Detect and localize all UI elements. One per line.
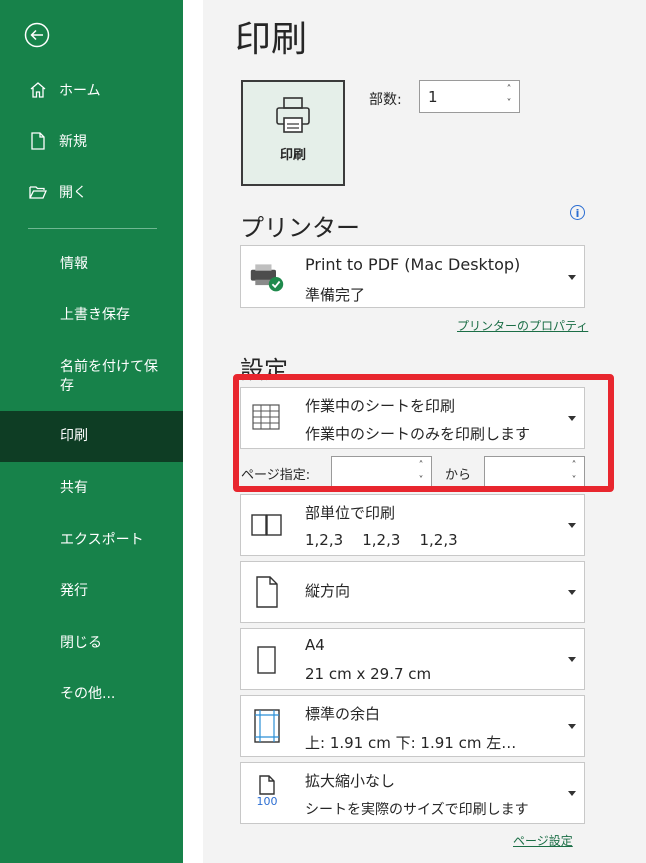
print-what-dropdown[interactable]: 作業中のシートを印刷 作業中のシートのみを印刷します (240, 387, 585, 449)
sidebar-divider (28, 228, 157, 229)
pages-to-label: から (445, 468, 472, 483)
collate-icon (249, 507, 285, 543)
sidebar-item-open[interactable]: 開く (0, 180, 183, 204)
home-icon (27, 79, 49, 101)
sidebar-item-label: 閉じる (60, 634, 102, 651)
chevron-down-icon (568, 416, 576, 421)
page-setup-link[interactable]: ページ設定 (513, 832, 573, 849)
sidebar-item-label: 共有 (60, 479, 88, 496)
page-title: 印刷 (235, 19, 308, 60)
pages-to-input[interactable]: ˄ ˅ (484, 456, 585, 490)
sidebar-item-share[interactable]: 共有 (0, 476, 183, 500)
sidebar-item-label: ホーム (59, 83, 101, 99)
paper-size-desc: 21 cm x 29.7 cm (305, 665, 432, 683)
spin-down-icon[interactable]: ˅ (415, 475, 427, 487)
copies-value: 1 (428, 88, 438, 106)
orientation-title: 縦方向 (305, 582, 351, 600)
sidebar-item-label: 発行 (60, 582, 88, 599)
back-button[interactable] (24, 22, 50, 48)
sidebar-item-new[interactable]: 新規 (0, 129, 183, 153)
spin-down-icon[interactable]: ˅ (503, 98, 515, 110)
printer-ready-icon (249, 259, 285, 295)
sidebar-item-label: 新規 (59, 134, 87, 150)
paper-size-icon (249, 642, 285, 678)
printer-name: Print to PDF (Mac Desktop) (305, 255, 521, 274)
printer-dropdown[interactable]: Print to PDF (Mac Desktop) 準備完了 (240, 245, 585, 308)
sidebar-item-save[interactable]: 上書き保存 (0, 303, 183, 327)
backstage-sidebar: ホーム 新規 開く 情報 上書き保存 名前を付けて保存 印刷 共有 エクスポート… (0, 0, 183, 863)
sidebar-item-label: エクスポート (60, 531, 144, 548)
paper-size-dropdown[interactable]: A4 21 cm x 29.7 cm (240, 628, 585, 690)
info-icon[interactable]: i (570, 205, 585, 220)
printer-status: 準備完了 (305, 286, 366, 304)
spin-down-icon[interactable]: ˅ (568, 475, 580, 487)
copies-stepper[interactable]: 1 ˄ ˅ (419, 80, 520, 113)
sidebar-item-home[interactable]: ホーム (0, 78, 183, 102)
sidebar-item-close[interactable]: 閉じる (0, 631, 183, 655)
pages-from-input[interactable]: ˄ ˅ (331, 456, 432, 490)
new-file-icon (27, 130, 49, 152)
portrait-page-icon (249, 574, 285, 610)
chevron-down-icon (568, 590, 576, 595)
collate-title: 部単位で印刷 (305, 504, 396, 522)
sheet-grid-icon (249, 400, 285, 436)
print-what-title: 作業中のシートを印刷 (305, 397, 456, 415)
spin-up-icon[interactable]: ˄ (503, 84, 515, 96)
margins-title: 標準の余白 (305, 705, 381, 723)
sidebar-item-label: 印刷 (60, 428, 88, 444)
open-folder-icon (27, 181, 49, 203)
copies-label: 部数: (369, 92, 402, 108)
chevron-down-icon (568, 724, 576, 729)
pages-label: ページ指定: (241, 468, 311, 483)
chevron-down-icon (568, 275, 576, 280)
printer-properties-link[interactable]: プリンターのプロパティ (457, 317, 588, 334)
spin-up-icon[interactable]: ˄ (568, 460, 580, 472)
sidebar-item-save-as[interactable]: 名前を付けて保存 (0, 356, 183, 398)
print-button[interactable]: 印刷 (241, 80, 345, 186)
chevron-down-icon (568, 523, 576, 528)
margins-dropdown[interactable]: 標準の余白 上: 1.91 cm 下: 1.91 cm 左… (240, 695, 585, 757)
scaling-desc: シートを実際のサイズで印刷します (305, 802, 529, 818)
paper-size-title: A4 (305, 636, 325, 654)
sidebar-item-more[interactable]: その他... (0, 682, 183, 706)
sidebar-gap (183, 0, 203, 863)
printer-heading: プリンター (240, 214, 360, 242)
settings-heading: 設定 (240, 356, 288, 384)
collate-desc: 1,2,3 1,2,3 1,2,3 (305, 531, 458, 549)
sidebar-item-label: 開く (59, 185, 87, 201)
margins-desc: 上: 1.91 cm 下: 1.91 cm 左… (305, 734, 517, 752)
scaling-icon: 100 (249, 773, 285, 809)
spin-up-icon[interactable]: ˄ (415, 460, 427, 472)
print-panel: 印刷 印刷 部数: 1 ˄ ˅ プリンター i Print to PDF (Ma… (203, 0, 646, 863)
sidebar-item-label: 名前を付けて保存 (60, 359, 158, 394)
sidebar-item-publish[interactable]: 発行 (0, 579, 183, 603)
margins-icon (249, 708, 285, 744)
print-button-label: 印刷 (279, 148, 306, 163)
print-what-desc: 作業中のシートのみを印刷します (305, 425, 531, 443)
back-arrow-icon (24, 22, 50, 48)
sidebar-item-label: 上書き保存 (60, 306, 130, 323)
scaling-icon-text: 100 (256, 795, 278, 808)
chevron-down-icon (568, 791, 576, 796)
sidebar-item-label: 情報 (60, 255, 88, 272)
sidebar-item-print[interactable]: 印刷 (0, 411, 183, 462)
sidebar-item-label: その他... (60, 685, 116, 702)
chevron-down-icon (568, 657, 576, 662)
scaling-dropdown[interactable]: 100 拡大縮小なし シートを実際のサイズで印刷します (240, 762, 585, 824)
sidebar-item-info[interactable]: 情報 (0, 252, 183, 276)
sidebar-item-export[interactable]: エクスポート (0, 528, 183, 552)
collate-dropdown[interactable]: 部単位で印刷 1,2,3 1,2,3 1,2,3 (240, 494, 585, 556)
printer-icon (276, 97, 310, 133)
orientation-dropdown[interactable]: 縦方向 (240, 561, 585, 623)
scaling-title: 拡大縮小なし (305, 772, 396, 790)
